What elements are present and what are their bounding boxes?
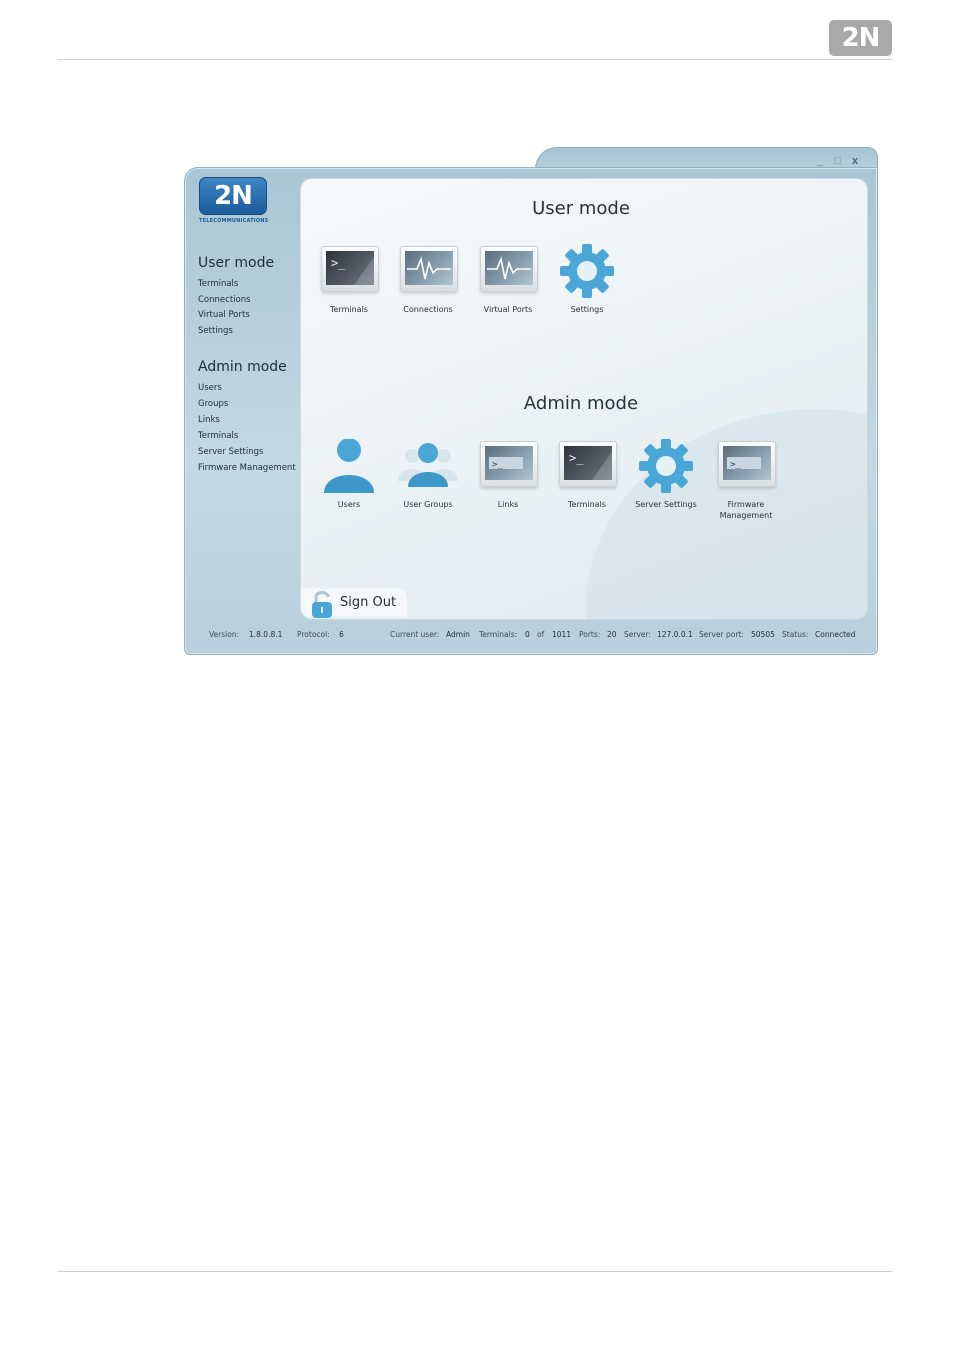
sidebar-item-firmware-management[interactable]: Firmware Management [198,463,296,473]
status-ports-label: Ports: [579,630,601,639]
status-terminals-label: Terminals: [479,630,518,639]
status-version-label: Version: [209,630,240,639]
page-brand-logo: 2N [829,20,892,56]
tile-user-groups[interactable]: User Groups [388,439,468,510]
tile-server-settings[interactable]: Server Settings [626,439,706,510]
maximize-button[interactable]: □ [831,154,845,168]
tile-users[interactable]: Users [309,438,389,510]
svg-text:>_: >_ [492,460,503,470]
terminal-icon: >_ [319,244,379,298]
tile-label: Virtual Ports [483,305,533,314]
status-user-label: Current user: [390,630,440,639]
gear-icon [636,439,696,493]
svg-text:>_: >_ [331,256,346,270]
status-server-port: 50505 [751,630,775,639]
status-protocol: 6 [339,630,344,639]
firmware-icon: >_ [716,439,776,493]
status-server-value: 127.0.0.1 [657,630,693,639]
status-server: 127.0.0.1 [657,630,693,639]
app-logo-subtitle: TELECOMMUNICATIONS [199,218,269,224]
app-logo: 2N TELECOMMUNICATIONS [199,177,269,225]
terminal-icon: >_ [557,439,617,493]
status-terminals-total: 1011 [552,630,571,639]
status-server-port-label: Server port: [699,630,744,639]
status-version-value: 1.8.0.8.1 [249,630,283,639]
status-terminals-active: 0 [525,630,530,639]
user-groups-icon [398,439,458,493]
sidebar-item-settings[interactable]: Settings [198,326,233,336]
sidebar-item-groups[interactable]: Groups [198,399,228,409]
connections-icon [398,244,458,298]
header-divider [57,59,892,60]
status-server-label: Server: [624,630,651,639]
status-connection: Connected [815,630,855,639]
tile-label: Terminals [330,305,368,314]
status-server-port-value: 50505 [751,630,775,639]
status-version: 1.8.0.8.1 [249,630,282,639]
user-mode-title: User mode [532,198,630,219]
tile-label: Links [497,500,519,509]
admin-mode-title: Admin mode [523,393,639,414]
tile-firmware-management[interactable]: >_ Firmware Management [706,439,786,521]
tile-label: User Groups [403,500,453,509]
status-protocol-value: 6 [339,630,344,639]
tile-label: Users [337,500,361,509]
tile-admin-terminals[interactable]: >_ Terminals [547,439,627,510]
status-terminals-active-value: 0 [525,630,530,639]
status-ports-value: 20 [607,630,617,639]
status-connection-label: Status: [782,630,809,639]
close-button[interactable]: x [848,154,862,168]
sidebar-heading-admin-mode[interactable]: Admin mode [198,359,287,375]
sidebar-item-admin-terminals[interactable]: Terminals [198,431,238,441]
tile-links[interactable]: >_ Links [468,439,548,510]
footer-divider [57,1271,892,1272]
user-icon [319,438,379,493]
status-ports: 20 [607,630,617,639]
sidebar-item-terminals[interactable]: Terminals [198,279,238,289]
sidebar-item-server-settings[interactable]: Server Settings [198,447,263,457]
tile-label: Terminals [568,500,606,509]
status-of-label: of [537,630,545,639]
links-icon: >_ [478,439,538,493]
minimize-button[interactable]: _ [813,154,827,168]
tile-label: Server Settings [635,500,697,509]
status-protocol-label: Protocol: [297,630,330,639]
tile-label-line1: Firmware [727,500,765,509]
sidebar-item-connections[interactable]: Connections [198,295,251,305]
tile-terminals[interactable]: >_ Terminals [309,244,389,315]
app-logo-mark: 2N [199,177,267,215]
tile-label: Connections [403,305,453,314]
status-terminals-total-value: 1011 [552,630,572,639]
status-user-value: Admin [446,630,470,639]
tile-label: Firmware Management [706,499,786,521]
tile-label-line2: Management [719,511,773,520]
unlock-icon [312,591,332,618]
virtual-ports-icon [478,244,538,298]
sign-out-label: Sign Out [340,595,397,610]
tile-connections[interactable]: Connections [388,244,468,315]
tile-label: Settings [570,305,604,314]
tile-settings[interactable]: Settings [547,244,627,315]
sidebar-item-virtual-ports[interactable]: Virtual Ports [198,310,250,320]
sign-out-button[interactable]: Sign Out [301,588,407,618]
status-user: Admin [446,630,470,639]
sidebar-item-users[interactable]: Users [198,383,222,393]
svg-text:>_: >_ [569,451,584,465]
gear-icon [557,244,617,298]
status-connection-value: Connected [815,630,856,639]
sidebar-item-links[interactable]: Links [198,415,220,425]
tile-virtual-ports[interactable]: Virtual Ports [468,244,548,315]
svg-text:>_: >_ [730,460,741,470]
sidebar-heading-user-mode[interactable]: User mode [198,255,274,271]
